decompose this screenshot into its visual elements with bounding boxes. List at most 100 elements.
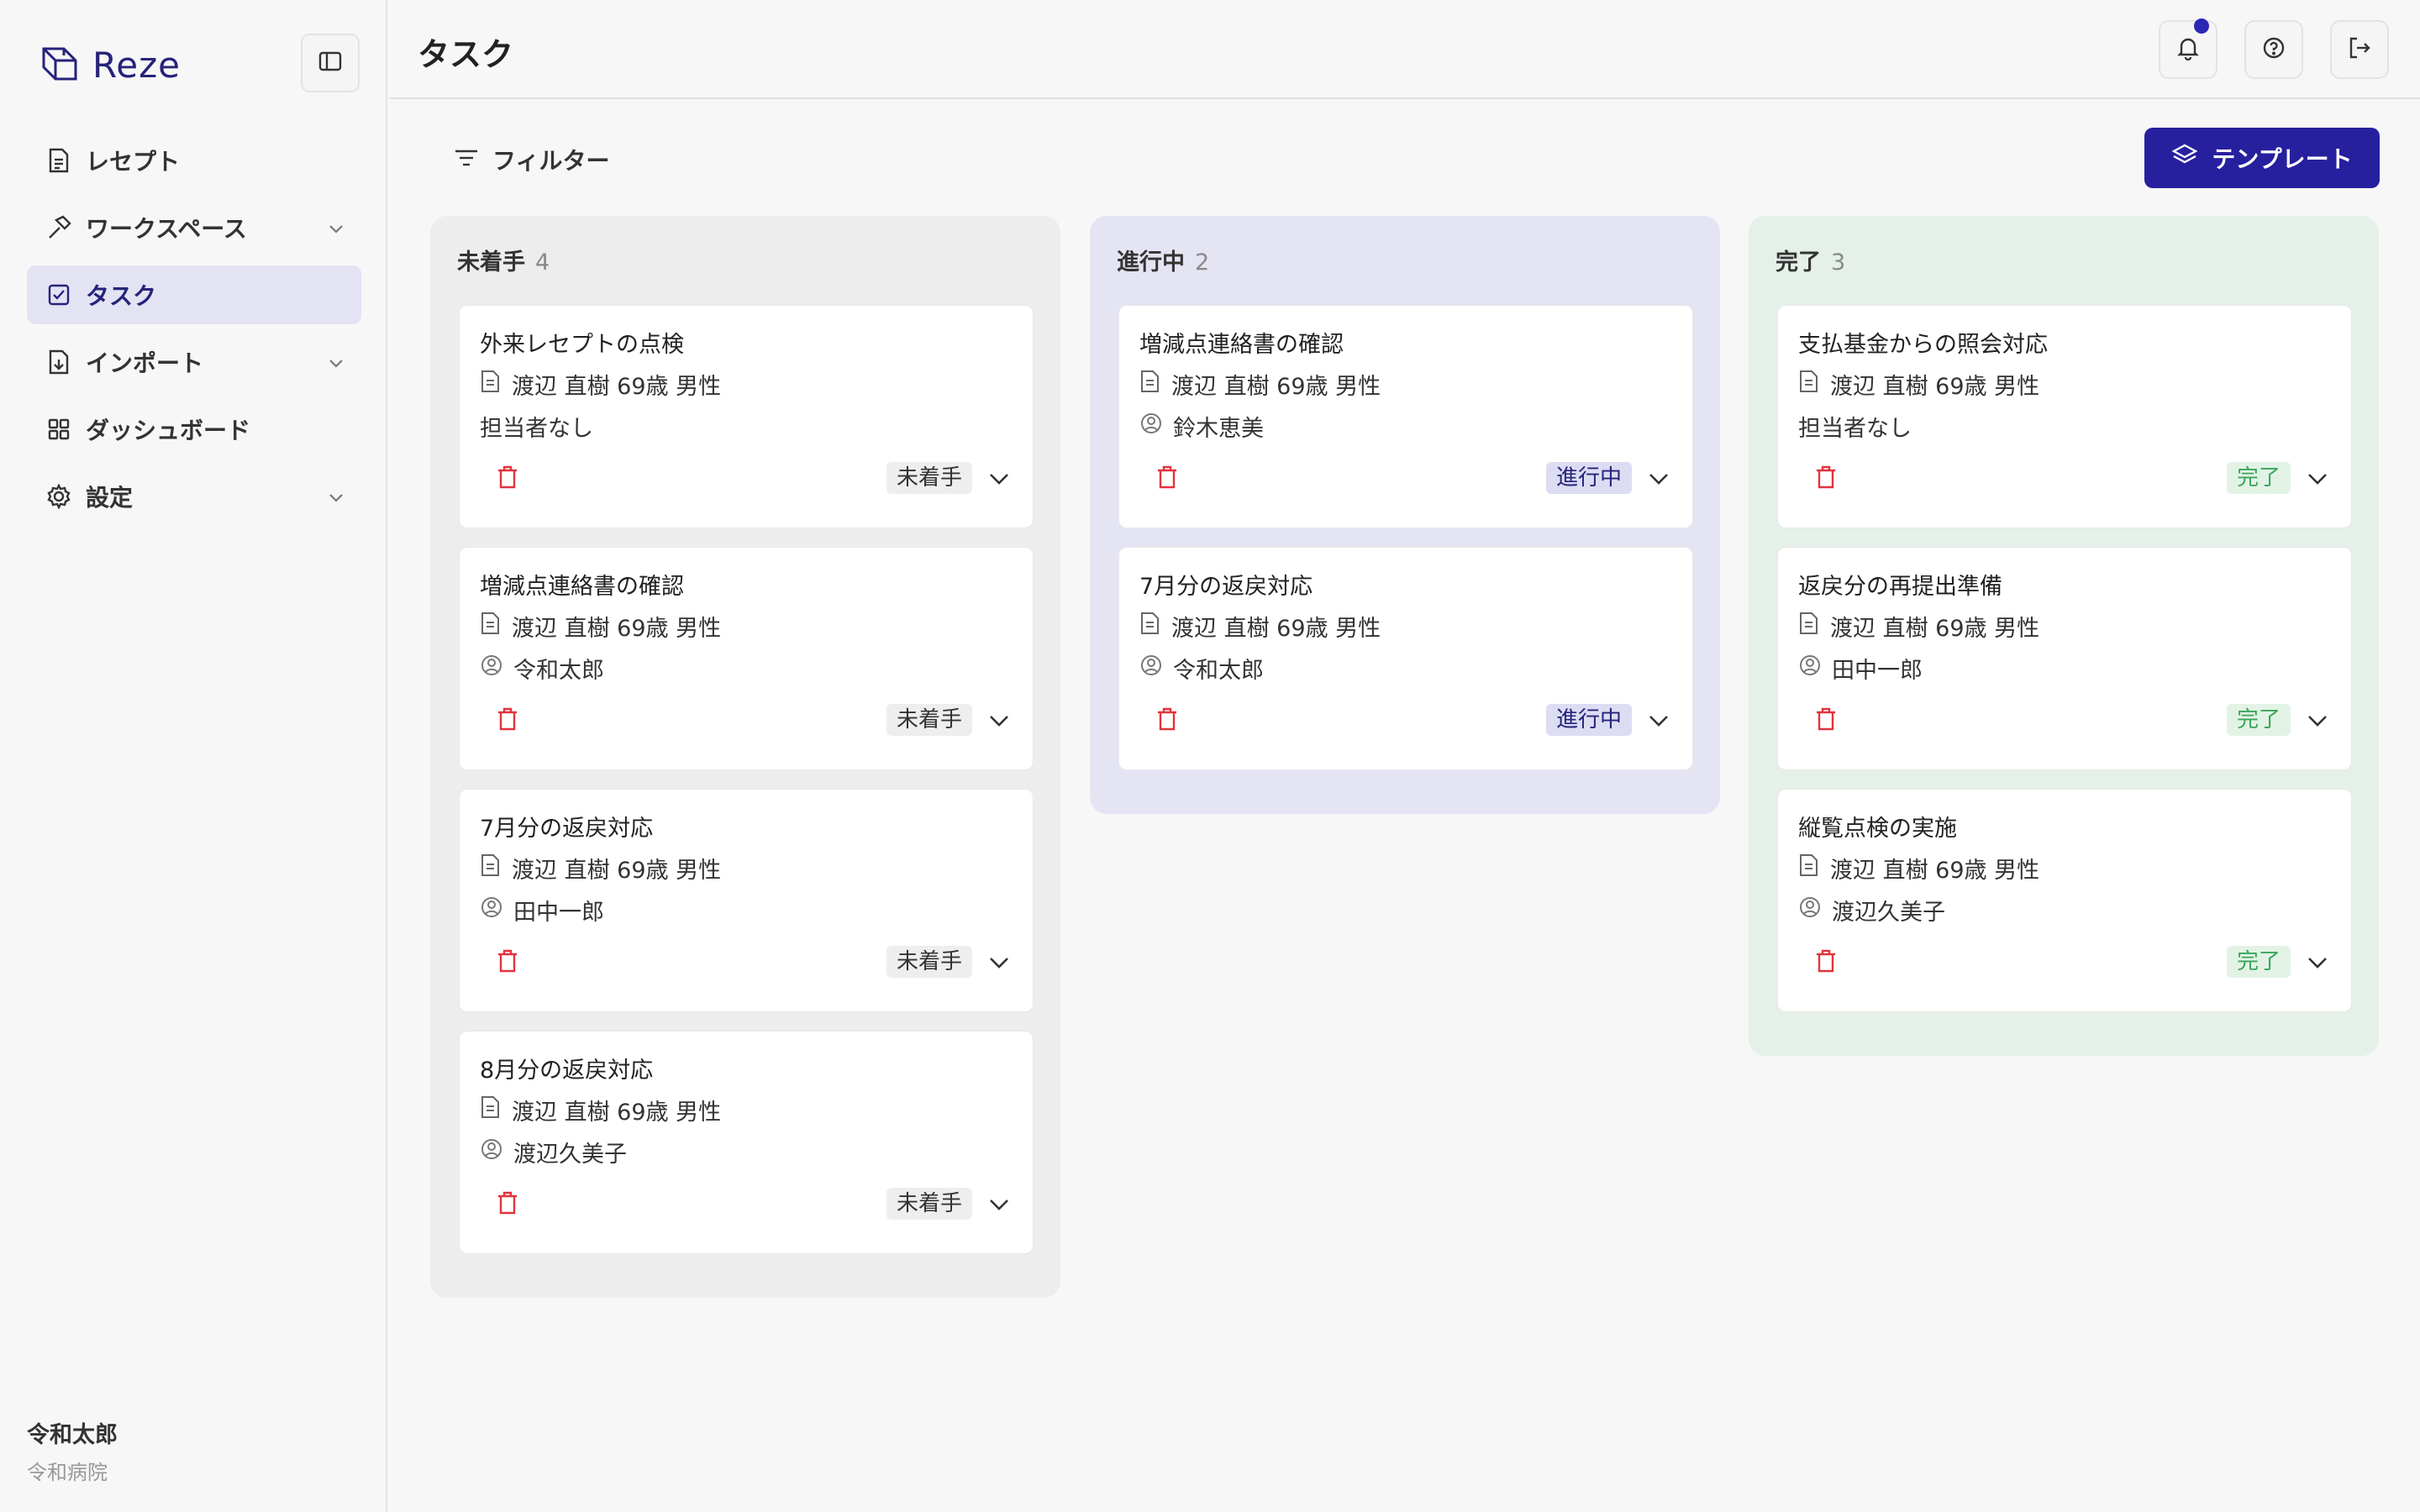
trash-icon[interactable] [1815,465,1837,492]
trash-icon[interactable] [1156,465,1178,492]
trash-icon[interactable] [497,465,518,492]
task-card[interactable]: 7月分の返戻対応 渡辺 直樹 69歳 男性 田中一郎 未着手 [459,789,1034,1012]
column-header: 未着手 4 [457,244,550,276]
task-title: 外来レセプトの点検 [480,332,684,358]
logout-button[interactable] [2330,20,2389,79]
trash-icon[interactable] [497,707,518,734]
patient-info: 渡辺 直樹 69歳 男性 [1830,858,2040,884]
column-title: 完了 [1776,249,1821,276]
column-count: 4 [535,249,550,276]
user-avatar-icon [480,654,503,683]
trash-icon[interactable] [1815,707,1837,734]
document-icon [45,147,72,174]
task-patient: 渡辺 直樹 69歳 男性 [480,610,721,643]
status-badge: 完了 [2226,704,2291,736]
user-avatar-icon [1798,654,1822,683]
user-organization: 令和病院 [27,1461,108,1484]
help-button[interactable] [2244,20,2303,79]
column-title: 未着手 [457,249,525,276]
task-card[interactable]: 8月分の返戻対応 渡辺 直樹 69歳 男性 渡辺久美子 未着手 [459,1031,1034,1254]
trash-icon[interactable] [1156,707,1178,734]
chevron-down-icon[interactable] [987,953,1011,976]
chevron-down-icon[interactable] [2306,469,2329,492]
template-label: テンプレート [2212,145,2353,173]
sidebar-item-tasks[interactable]: タスク [27,265,361,324]
sidebar-item-dashboard[interactable]: ダッシュボード [27,400,361,459]
sidebar-toggle-icon [318,49,343,77]
task-patient: 渡辺 直樹 69歳 男性 [1798,368,2039,401]
sidebar-toggle-button[interactable] [301,34,360,92]
trash-icon[interactable] [1815,949,1837,976]
chevron-down-icon[interactable] [1647,469,1670,492]
patient-info: 渡辺 直樹 69歳 男性 [1830,374,2040,400]
sidebar-item-import[interactable]: インポート [27,333,361,391]
patient-info: 渡辺 直樹 69歳 男性 [512,616,722,642]
task-assignee: 田中一郎 [1798,652,1923,685]
chevron-down-icon[interactable] [326,351,346,379]
task-title: 8月分の返戻対応 [480,1058,654,1084]
chevron-down-icon[interactable] [987,1194,1011,1218]
task-assignee: 渡辺久美子 [480,1136,627,1168]
task-title: 縦覧点検の実施 [1798,816,1957,842]
chevron-down-icon[interactable] [326,486,346,513]
checkbox-icon [45,281,72,308]
task-assignee: 渡辺久美子 [1798,894,1945,927]
chevron-down-icon[interactable] [326,217,346,244]
patient-info: 渡辺 直樹 69歳 男性 [1171,374,1381,400]
document-icon [1798,370,1820,399]
document-icon [1139,370,1161,399]
filter-label: フィルター [492,147,610,175]
task-patient: 渡辺 直樹 69歳 男性 [1139,610,1381,643]
task-card[interactable]: 増減点連絡書の確認 渡辺 直樹 69歳 男性 令和太郎 未着手 [459,547,1034,770]
user-avatar-icon [1798,895,1822,925]
user-info[interactable]: 令和太郎 令和病院 [27,1416,118,1485]
task-card[interactable]: 支払基金からの照会対応 渡辺 直樹 69歳 男性 担当者なし 完了 [1777,305,2352,528]
task-card[interactable]: 外来レセプトの点検 渡辺 直樹 69歳 男性 担当者なし 未着手 [459,305,1034,528]
logo-icon [39,42,81,87]
patient-info: 渡辺 直樹 69歳 男性 [512,374,722,400]
sidebar-item-workspace[interactable]: ワークスペース [27,198,361,257]
chevron-down-icon[interactable] [987,711,1011,734]
chevron-down-icon[interactable] [2306,953,2329,976]
assignee-name: 田中一郎 [1832,658,1923,684]
task-card[interactable]: 7月分の返戻対応 渡辺 直樹 69歳 男性 令和太郎 進行中 [1118,547,1693,770]
assignee-name: 渡辺久美子 [513,1142,627,1168]
task-patient: 渡辺 直樹 69歳 男性 [480,1094,721,1126]
chevron-down-icon[interactable] [987,469,1011,492]
file-import-icon [45,349,72,375]
document-icon [1798,853,1820,883]
task-card[interactable]: 返戻分の再提出準備 渡辺 直樹 69歳 男性 田中一郎 完了 [1777,547,2352,770]
task-title: 7月分の返戻対応 [1139,574,1313,600]
status-badge: 未着手 [886,462,972,494]
chevron-down-icon[interactable] [1647,711,1670,734]
app-name: Reze [92,44,182,86]
user-avatar-icon [1139,654,1163,683]
document-icon [1139,612,1161,641]
trash-icon[interactable] [497,949,518,976]
task-title: 返戻分の再提出準備 [1798,574,2002,600]
app-logo[interactable]: Reze [39,42,181,87]
status-badge: 未着手 [886,1188,972,1220]
task-card[interactable]: 縦覧点検の実施 渡辺 直樹 69歳 男性 渡辺久美子 完了 [1777,789,2352,1012]
column-title: 進行中 [1117,249,1185,276]
trash-icon[interactable] [497,1191,518,1218]
status-badge: 完了 [2226,946,2291,978]
template-button[interactable]: テンプレート [2144,128,2380,188]
kanban-column-todo: 未着手 4 外来レセプトの点検 渡辺 直樹 69歳 男性 担当者なし 未着手 増減… [430,216,1060,1298]
task-assignee: 田中一郎 [480,894,604,927]
task-patient: 渡辺 直樹 69歳 男性 [1798,852,2039,885]
notifications-button[interactable] [2159,18,2217,79]
sidebar-item-label: タスク [86,282,157,310]
document-icon [480,853,502,883]
status-badge: 進行中 [1545,704,1632,736]
chevron-down-icon[interactable] [2306,711,2329,734]
sidebar-item-settings[interactable]: 設定 [27,467,361,526]
kanban-column-in-progress: 進行中 2 増減点連絡書の確認 渡辺 直樹 69歳 男性 鈴木恵美 進行中 7月分… [1090,216,1720,814]
sidebar-item-label: レセプト [86,148,181,176]
sidebar-item-receipt[interactable]: レセプト [27,131,361,190]
document-icon [1798,612,1820,641]
task-patient: 渡辺 直樹 69歳 男性 [480,852,721,885]
notification-dot [2194,18,2209,34]
filter-button[interactable]: フィルター [454,143,609,176]
task-card[interactable]: 増減点連絡書の確認 渡辺 直樹 69歳 男性 鈴木恵美 進行中 [1118,305,1693,528]
